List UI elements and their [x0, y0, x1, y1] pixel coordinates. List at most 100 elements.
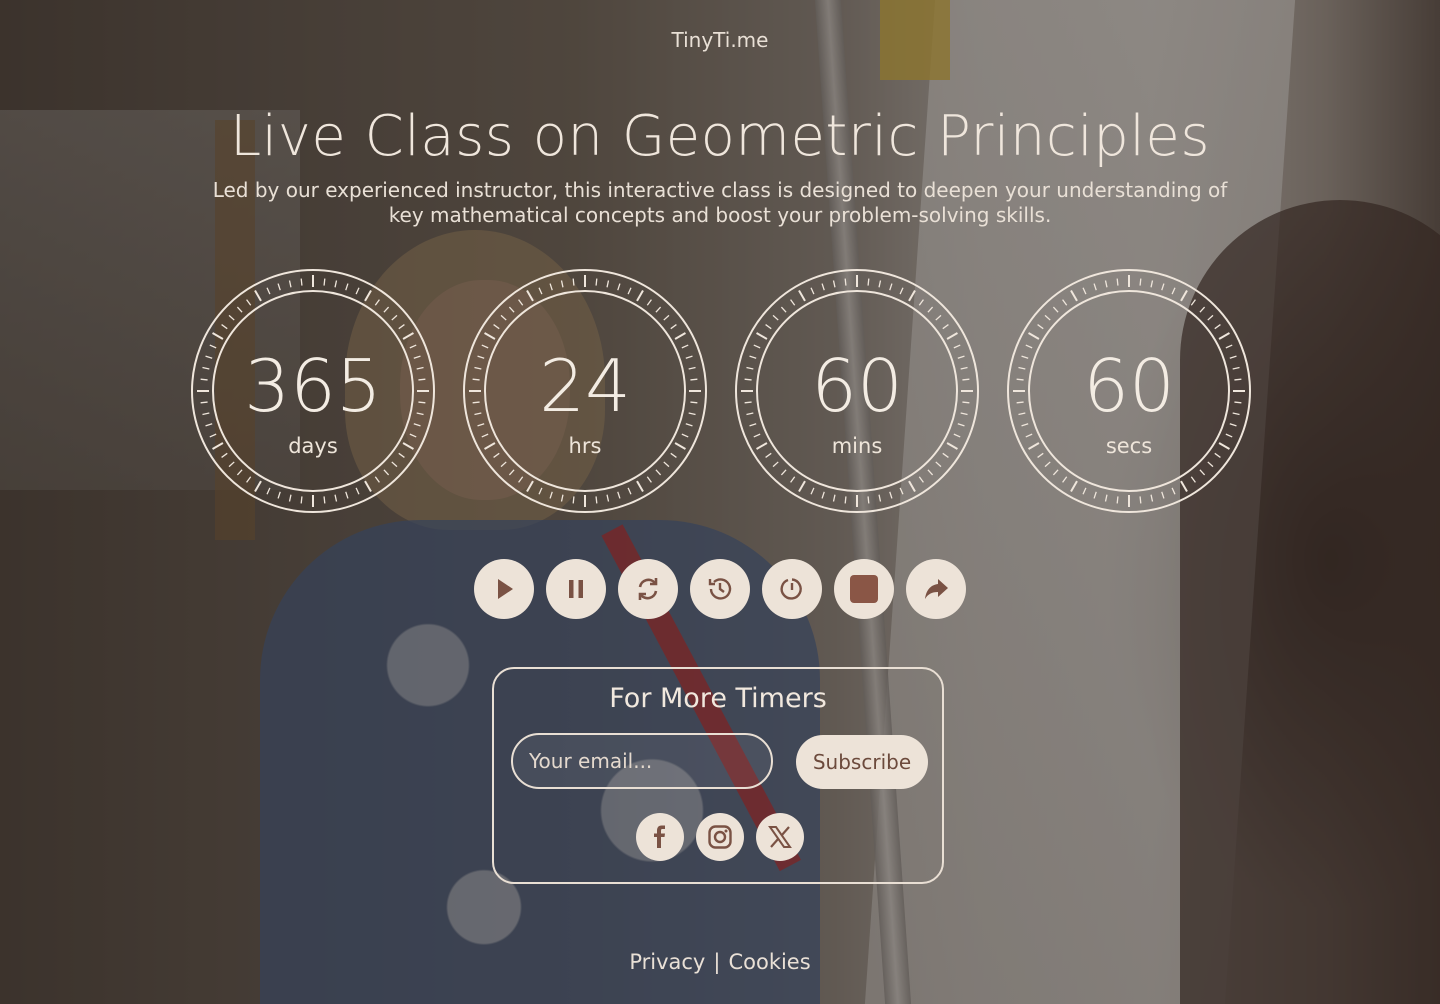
dial-tick — [627, 287, 632, 295]
dial-tick — [1199, 469, 1206, 476]
dial-tick — [772, 314, 779, 321]
dial-tick — [1180, 480, 1188, 492]
x-link[interactable] — [756, 813, 804, 861]
dial-tick — [953, 344, 961, 349]
email-field[interactable] — [511, 733, 773, 789]
timer-hours: 24 hrs — [462, 268, 708, 514]
dial-tick — [288, 280, 292, 288]
dial-tick — [1150, 494, 1154, 502]
dial-tick — [927, 306, 934, 313]
dial-tick — [355, 487, 360, 495]
dial-tick — [636, 480, 644, 492]
dial-tick — [867, 278, 870, 286]
dial-tick — [518, 299, 524, 306]
dial-tick — [1180, 290, 1188, 302]
timer-seconds: 60 secs — [1006, 268, 1252, 514]
dial-tick — [790, 299, 796, 306]
dial-tick — [500, 461, 507, 468]
dial-tick — [538, 487, 543, 495]
facebook-link[interactable] — [636, 813, 684, 861]
page-subtitle: Led by our experienced instructor, this … — [212, 178, 1228, 227]
dial-tick — [1199, 306, 1206, 313]
dial-tick — [772, 461, 779, 468]
dial-tick — [538, 287, 543, 295]
dial-tick — [246, 476, 252, 483]
instagram-icon — [708, 825, 732, 849]
countdown-timers: 365 days 24 hrs 60 mins 60 secs — [190, 268, 1252, 514]
dial-tick — [1207, 314, 1214, 321]
history-button[interactable] — [690, 559, 750, 619]
dial-tick — [810, 287, 815, 295]
timer-unit: days — [288, 434, 338, 458]
play-button[interactable] — [474, 559, 534, 619]
dial-tick — [765, 324, 772, 330]
dial-tick — [749, 423, 757, 427]
dial-tick — [300, 278, 303, 286]
dial-tick — [508, 306, 515, 313]
timer-days: 365 days — [190, 268, 436, 514]
stop-button[interactable] — [834, 559, 894, 619]
dial-tick — [572, 496, 575, 504]
timer-value: 60 — [811, 344, 903, 428]
share-icon — [925, 579, 948, 599]
dial-tick — [1214, 324, 1221, 330]
dial-tick — [1171, 487, 1176, 495]
dial-tick — [1104, 280, 1108, 288]
dial-tick — [617, 491, 621, 499]
dial-tick — [391, 461, 398, 468]
dial-tick — [780, 469, 787, 476]
subscribe-button[interactable]: Subscribe — [796, 735, 928, 789]
dial-tick — [1207, 461, 1214, 468]
pause-button[interactable] — [546, 559, 606, 619]
dial-tick — [334, 494, 338, 502]
privacy-link[interactable]: Privacy — [629, 950, 705, 974]
stop-icon — [850, 575, 878, 603]
dial-tick — [209, 344, 217, 349]
dial-tick — [1044, 314, 1051, 321]
dial-tick — [908, 480, 916, 492]
dial-tick — [246, 299, 252, 306]
dial-tick — [383, 469, 390, 476]
dial-tick — [549, 491, 553, 499]
dial-tick — [946, 332, 958, 340]
dial-tick — [572, 278, 575, 286]
dial-tick — [518, 476, 524, 483]
dial-tick — [484, 332, 496, 340]
dial-tick — [1021, 423, 1029, 427]
dial-tick — [663, 461, 670, 468]
dial-tick — [374, 299, 380, 306]
dial-tick — [526, 290, 534, 302]
timer-reset-button[interactable] — [762, 559, 822, 619]
dial-tick — [878, 494, 882, 502]
cookies-link[interactable]: Cookies — [728, 950, 810, 974]
dial-tick — [753, 344, 761, 349]
dial-tick — [798, 290, 806, 302]
dial-tick — [323, 278, 326, 286]
dial-tick — [1062, 476, 1068, 483]
dial-tick — [1093, 491, 1097, 499]
dial-tick — [627, 487, 632, 495]
dial-tick — [1037, 324, 1044, 330]
dial-tick — [254, 290, 262, 302]
dial-tick — [355, 287, 360, 295]
share-button[interactable] — [906, 559, 966, 619]
brand-logo[interactable]: TinyTi.me — [0, 28, 1440, 52]
dial-tick — [1116, 496, 1119, 504]
dial-tick — [254, 480, 262, 492]
dial-tick — [228, 461, 235, 468]
dial-tick — [266, 487, 271, 495]
dial-tick — [1229, 423, 1237, 427]
dial-tick — [1225, 344, 1233, 349]
dial-tick — [1190, 299, 1196, 306]
dial-tick — [646, 299, 652, 306]
dial-tick — [942, 324, 949, 330]
dial-tick — [889, 491, 893, 499]
dial-tick — [935, 314, 942, 321]
refresh-button[interactable] — [618, 559, 678, 619]
facebook-icon — [654, 825, 665, 848]
dial-tick — [1116, 278, 1119, 286]
dial-tick — [560, 494, 564, 502]
dial-tick — [798, 480, 806, 492]
dial-tick — [832, 280, 836, 288]
instagram-link[interactable] — [696, 813, 744, 861]
